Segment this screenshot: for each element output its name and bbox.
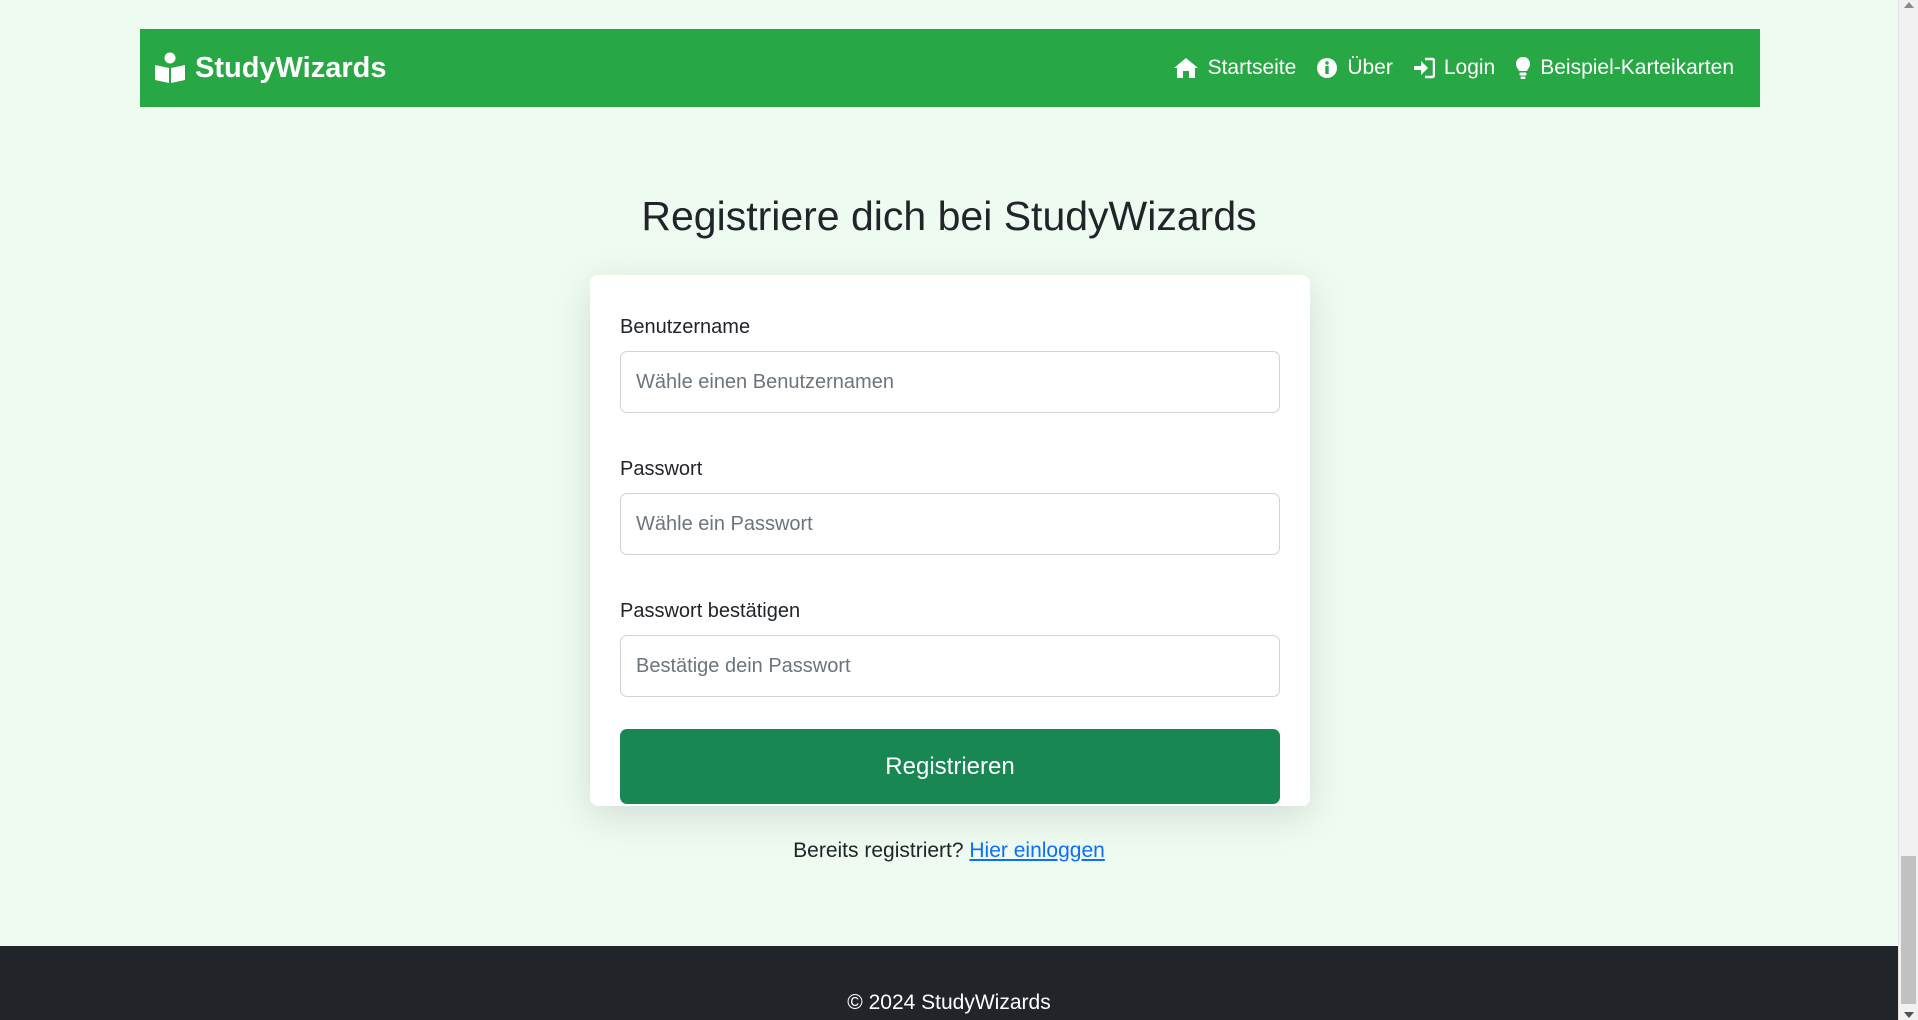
username-input[interactable] bbox=[620, 351, 1280, 413]
register-button[interactable]: Registrieren bbox=[620, 729, 1280, 804]
login-prompt: Bereits registriert? Hier einloggen bbox=[0, 839, 1898, 863]
scroll-down-arrow-icon[interactable] bbox=[1904, 1012, 1914, 1018]
scroll-up-arrow-icon[interactable] bbox=[1904, 2, 1914, 8]
vertical-scrollbar[interactable] bbox=[1898, 0, 1918, 1020]
login-prompt-text: Bereits registriert? bbox=[793, 839, 964, 862]
login-link[interactable]: Hier einloggen bbox=[969, 839, 1104, 862]
nav-link-beispiel-karteikarten[interactable]: Beispiel-Karteikarten bbox=[1515, 56, 1734, 80]
password-group: Passwort bbox=[620, 457, 1280, 589]
nav-link-label: Login bbox=[1443, 56, 1496, 79]
registration-form: Benutzername Passwort Passwort bestätige… bbox=[590, 275, 1310, 806]
brand-name: StudyWizards bbox=[195, 51, 387, 84]
info-circle-icon bbox=[1316, 57, 1338, 79]
nav-link-startseite[interactable]: Startseite bbox=[1173, 56, 1297, 80]
username-label: Benutzername bbox=[620, 316, 751, 338]
brand-link[interactable]: StudyWizards bbox=[154, 52, 387, 85]
password-confirm-group: Passwort bestätigen bbox=[620, 599, 1280, 731]
lightbulb-icon bbox=[1515, 56, 1531, 80]
home-icon bbox=[1173, 57, 1199, 79]
nav-links: Startseite Über Login Beispiel-Karteikar… bbox=[1173, 56, 1734, 80]
nav-link-login[interactable]: Login bbox=[1413, 56, 1495, 80]
password-confirm-input[interactable] bbox=[620, 635, 1280, 697]
password-input[interactable] bbox=[620, 493, 1280, 555]
nav-link-label: Startseite bbox=[1207, 56, 1297, 79]
nav-link-label: Über bbox=[1347, 56, 1393, 79]
navbar: StudyWizards Startseite Über Login Beisp… bbox=[140, 29, 1760, 107]
sign-in-icon bbox=[1413, 57, 1435, 79]
username-group: Benutzername bbox=[620, 315, 1280, 447]
footer-copyright: © 2024 StudyWizards bbox=[847, 991, 1051, 1014]
scrollbar-thumb[interactable] bbox=[1901, 856, 1916, 1004]
password-confirm-label: Passwort bestätigen bbox=[620, 600, 801, 622]
nav-link-ueber[interactable]: Über bbox=[1316, 56, 1393, 80]
password-label: Passwort bbox=[620, 458, 703, 480]
book-reader-icon bbox=[154, 52, 186, 84]
page-title: Registriere dich bei StudyWizards bbox=[641, 193, 1257, 239]
footer: © 2024 StudyWizards bbox=[0, 946, 1898, 1020]
page: StudyWizards Startseite Über Login Beisp… bbox=[0, 0, 1898, 1020]
nav-link-label: Beispiel-Karteikarten bbox=[1540, 56, 1734, 79]
